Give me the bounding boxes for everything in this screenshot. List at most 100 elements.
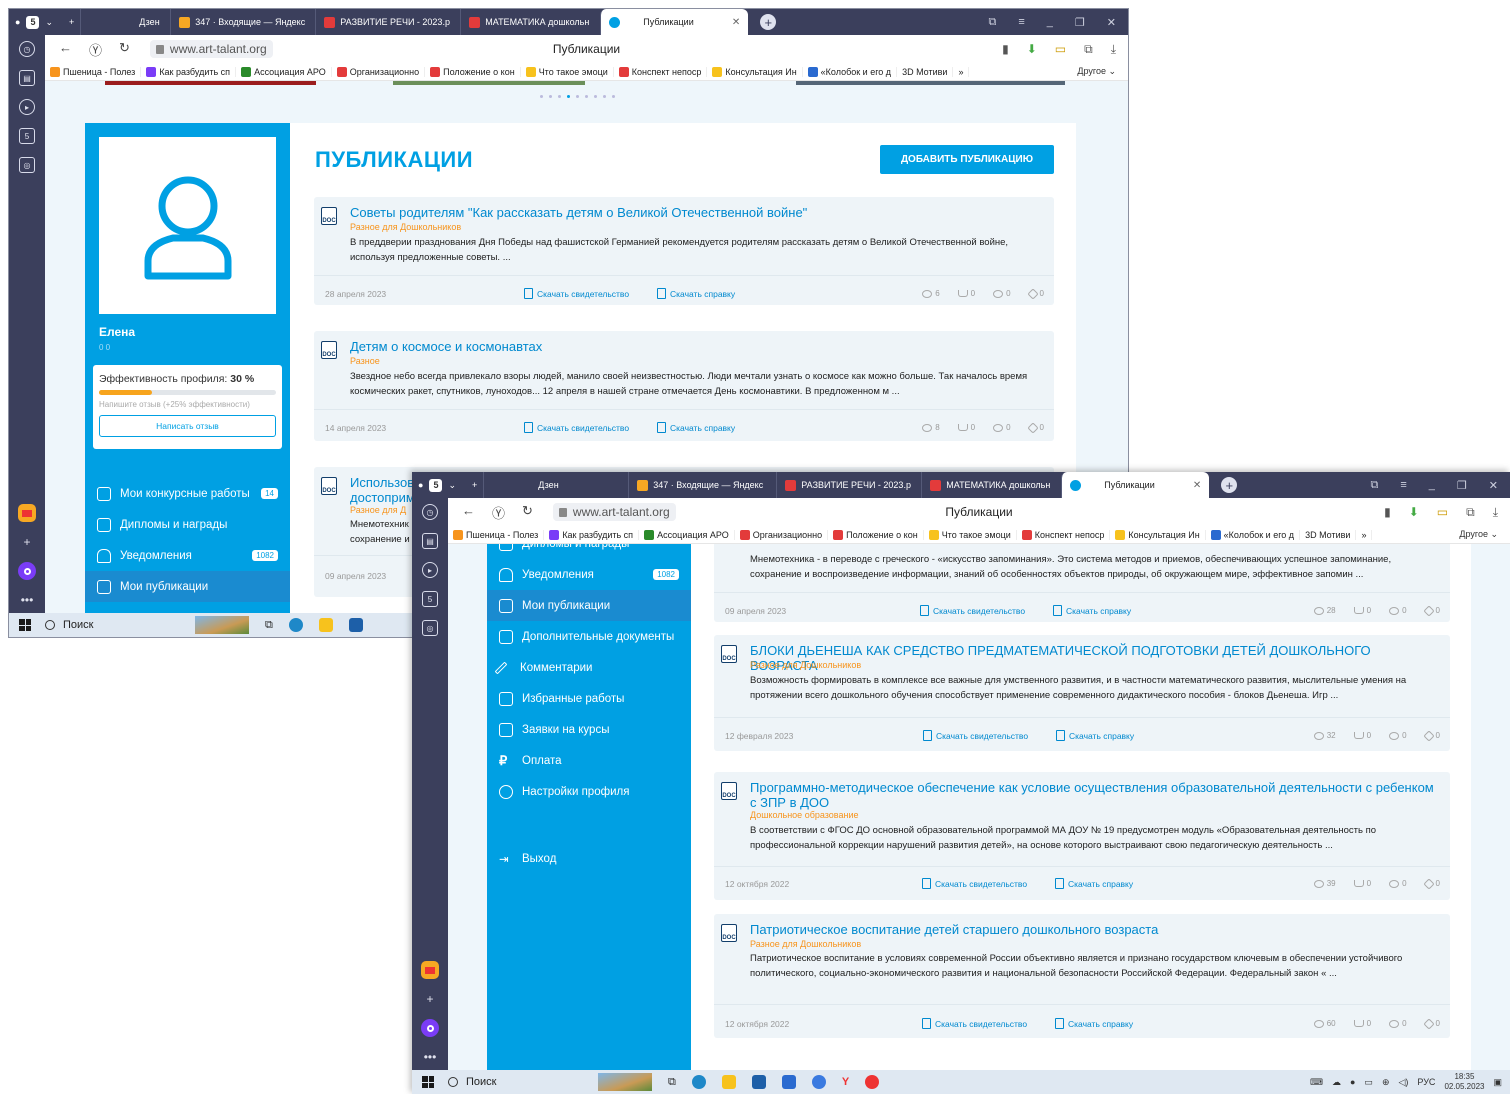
bookmark[interactable]: «Колобок и его д <box>803 66 898 77</box>
explorer-icon[interactable] <box>318 618 333 632</box>
menu-item-notifications[interactable]: Уведомления 1082 <box>85 540 290 571</box>
taskbar-search[interactable]: Поиск <box>45 619 175 631</box>
add-publication-button[interactable]: ДОБАВИТЬ ПУБЛИКАЦИЮ <box>880 145 1054 174</box>
comments[interactable]: 0 <box>993 289 1011 298</box>
bookmark[interactable]: Консультация Ин <box>707 66 803 77</box>
menu-icon[interactable]: ≡ <box>1400 479 1406 492</box>
tab-mail[interactable]: 347 · Входящие — Яндекс <box>170 9 315 35</box>
tab-dzen[interactable]: Дзен <box>483 472 628 498</box>
tab-mail[interactable]: 347 · Входящие — Яндекс <box>628 472 776 498</box>
download-reference-link[interactable]: Скачать справку <box>1055 878 1133 889</box>
publication-category[interactable]: Дошкольное образование <box>750 810 858 820</box>
store-icon[interactable] <box>751 1075 766 1089</box>
bookmark[interactable]: Ассоциация АРО <box>639 529 735 540</box>
tab-speech[interactable]: РАЗВИТИЕ РЕЧИ - 2023.р <box>315 9 460 35</box>
yandex-icon[interactable]: Ⓨ <box>89 40 102 59</box>
mail-app-icon[interactable] <box>781 1075 796 1089</box>
publication-category[interactable]: Разное для Д <box>350 505 406 515</box>
tab-dzen[interactable]: Дзен <box>80 9 170 35</box>
bookmark[interactable]: Пшеница - Полез <box>448 529 545 540</box>
volume-icon[interactable]: ◁) <box>1398 1077 1408 1088</box>
explorer-icon[interactable] <box>721 1075 736 1089</box>
menu-item-logout[interactable]: ⇥ Выход <box>487 843 691 874</box>
bookmark[interactable]: Ассоциация АРО <box>236 66 332 77</box>
download-certificate-link[interactable]: Скачать свидетельство <box>524 288 629 299</box>
menu-item-diplomas[interactable]: Дипломы и награды <box>85 509 290 540</box>
edge-icon[interactable] <box>691 1075 706 1089</box>
windows-start-icon[interactable] <box>19 619 31 631</box>
close-icon[interactable]: ✕ <box>1489 479 1498 492</box>
more-icon[interactable]: ••• <box>424 1050 437 1070</box>
download-certificate-link[interactable]: Скачать свидетельство <box>524 422 629 433</box>
downloads-icon[interactable]: ⤓ <box>1111 42 1116 57</box>
chevron-down-icon[interactable]: ⌄ <box>448 480 456 491</box>
download-arrow-icon[interactable]: ⬇ <box>1027 42 1037 57</box>
bookmark[interactable]: Конспект непоср <box>614 66 708 77</box>
download-certificate-link[interactable]: Скачать свидетельство <box>923 730 1028 741</box>
battery-icon[interactable]: ▭ <box>1055 42 1066 57</box>
tab-publications[interactable]: Публикации ✕ <box>600 9 749 35</box>
menu-item-notifications[interactable]: Уведомления 1082 <box>487 559 691 590</box>
bookmark[interactable]: Как разбудить сп <box>544 529 640 540</box>
publication-title[interactable]: Детям о космосе и космонавтах <box>350 339 1044 354</box>
bookmark[interactable]: Конспект непоср <box>1017 529 1111 540</box>
menu-item-favorites[interactable]: Избранные работы <box>487 683 691 714</box>
new-tab-button[interactable]: + <box>760 14 777 30</box>
tabs-icon[interactable]: ⧉ <box>989 16 997 29</box>
comments[interactable]: 0 <box>1389 606 1407 615</box>
download-reference-link[interactable]: Скачать справку <box>1053 605 1131 616</box>
comments[interactable]: 0 <box>993 423 1011 432</box>
new-tab-plus-icon[interactable]: + <box>69 17 74 27</box>
add-panel-icon[interactable]: + <box>426 992 433 1006</box>
battery-icon[interactable]: ▭ <box>1437 505 1448 520</box>
bookmark[interactable]: Что такое эмоци <box>521 66 614 77</box>
publication-category[interactable]: Разное <box>350 356 380 366</box>
favorites[interactable]: 0 <box>1422 604 1440 617</box>
back-icon[interactable]: ← <box>462 503 475 522</box>
battery-icon[interactable]: ▭ <box>1364 1077 1373 1088</box>
alice-icon[interactable] <box>18 562 36 580</box>
yandex-icon[interactable]: Ⓨ <box>492 503 505 522</box>
publication-title[interactable]: Советы родителям "Как рассказать детям о… <box>350 205 1044 220</box>
five-icon[interactable]: 5 <box>19 128 35 144</box>
download-reference-link[interactable]: Скачать справку <box>657 288 735 299</box>
edge-icon[interactable] <box>288 618 303 632</box>
alice-icon[interactable] <box>421 1019 439 1037</box>
menu-item-settings[interactable]: Настройки профиля <box>487 776 691 807</box>
publication-category[interactable]: Разное для Дошкольников <box>750 660 861 670</box>
language-indicator[interactable]: РУС <box>1417 1077 1435 1087</box>
download-reference-link[interactable]: Скачать справку <box>657 422 735 433</box>
menu-icon[interactable]: ≡ <box>1018 16 1024 29</box>
menu-item-documents[interactable]: Дополнительные документы <box>487 621 691 652</box>
favorites[interactable]: 0 <box>1026 287 1044 300</box>
task-view-icon[interactable]: ⧉ <box>265 619 273 632</box>
extensions-icon[interactable]: ⧉ <box>1084 42 1093 57</box>
bookmark[interactable]: 3D Мотиви <box>897 66 954 77</box>
downloads-icon[interactable]: ⤓ <box>1493 505 1498 520</box>
favorites[interactable]: 0 <box>1026 421 1044 434</box>
bookmark[interactable]: Организационно <box>735 529 829 540</box>
tab-math[interactable]: МАТЕМАТИКА дошкольн <box>460 9 600 35</box>
download-reference-link[interactable]: Скачать справку <box>1056 730 1134 741</box>
favorites[interactable]: 0 <box>1422 1017 1440 1030</box>
minimize-icon[interactable]: _ <box>1429 479 1435 492</box>
yandex-browser-icon[interactable] <box>865 1075 880 1089</box>
menu-item-comments[interactable]: Комментарии <box>487 652 691 683</box>
reload-icon[interactable]: ↻ <box>119 40 130 59</box>
five-icon[interactable]: 5 <box>422 591 438 607</box>
bookmarks-other[interactable]: Другое ⌄ <box>1459 529 1510 540</box>
avatar[interactable] <box>99 137 276 314</box>
screenshot-icon[interactable]: ◎ <box>422 620 438 636</box>
menu-item-publications[interactable]: Мои публикации <box>487 590 691 621</box>
mail-app-icon[interactable] <box>421 961 439 979</box>
tab-publications[interactable]: Публикации ✕ <box>1061 472 1210 498</box>
close-tab-icon[interactable]: ✕ <box>1193 480 1201 491</box>
windows-start-icon[interactable] <box>422 1076 434 1088</box>
carousel-dots[interactable] <box>540 95 615 98</box>
menu-item-contests[interactable]: Мои конкурсные работы 14 <box>85 478 290 509</box>
extensions-icon[interactable]: ⧉ <box>1466 505 1475 520</box>
tab-speech[interactable]: РАЗВИТИЕ РЕЧИ - 2023.р <box>776 472 921 498</box>
comments[interactable]: 0 <box>1389 731 1407 740</box>
menu-item-payment[interactable]: ₽ Оплата <box>487 745 691 776</box>
play-icon[interactable]: ▸ <box>19 99 35 115</box>
